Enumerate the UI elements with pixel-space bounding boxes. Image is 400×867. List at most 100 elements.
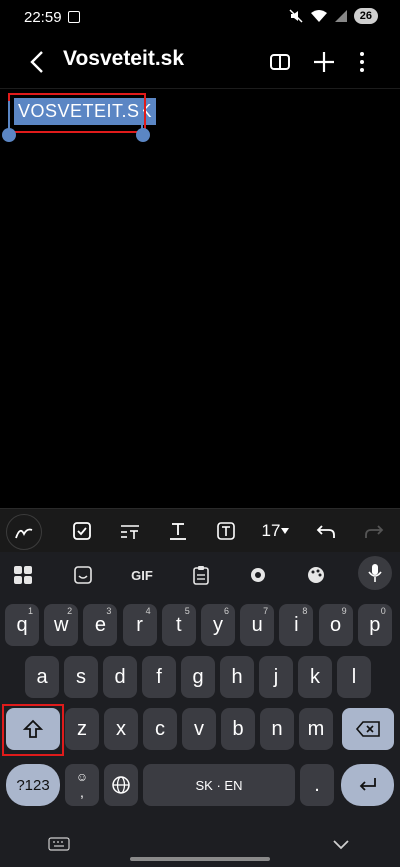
key-number-hint: 3 <box>106 606 112 616</box>
key-a[interactable]: a <box>25 656 59 698</box>
key-number-hint: 9 <box>341 606 347 616</box>
globe-icon <box>112 776 130 794</box>
add-icon[interactable] <box>310 48 338 76</box>
key-g[interactable]: g <box>181 656 215 698</box>
key-label: q <box>16 613 28 636</box>
status-time: 22:59 <box>24 9 62 26</box>
space-key[interactable]: SK · EN <box>143 764 295 806</box>
key-r[interactable]: 4r <box>122 604 157 646</box>
key-q[interactable]: 1q <box>5 604 39 646</box>
key-t[interactable]: 5t <box>161 604 196 646</box>
apps-grid-icon[interactable] <box>8 560 38 590</box>
key-b[interactable]: b <box>221 708 255 750</box>
keyboard-hide-icon[interactable] <box>48 837 70 851</box>
key-e[interactable]: 3e <box>83 604 118 646</box>
backspace-key[interactable] <box>342 708 394 750</box>
key-label: w <box>53 613 69 636</box>
key-p[interactable]: 0p <box>357 604 392 646</box>
clipboard-icon[interactable] <box>186 560 216 590</box>
microphone-icon[interactable] <box>358 556 392 590</box>
key-label: t <box>176 613 182 636</box>
key-number-hint: 8 <box>302 606 308 616</box>
key-z[interactable]: z <box>65 708 99 750</box>
keyboard-toolbar: GIF <box>0 552 400 596</box>
note-header: Vosveteit.sk <box>0 36 400 89</box>
key-number-hint: 2 <box>67 606 73 616</box>
key-number-hint: 7 <box>263 606 269 616</box>
key-number-hint: 0 <box>380 606 386 616</box>
key-d[interactable]: d <box>103 656 137 698</box>
battery-indicator: 26 <box>353 8 378 24</box>
signal-icon <box>334 10 347 22</box>
selection-start-handle[interactable] <box>2 128 16 142</box>
key-o[interactable]: 9o <box>318 604 353 646</box>
home-indicator[interactable] <box>130 857 270 861</box>
redo-icon[interactable] <box>360 517 388 545</box>
key-number-hint: 6 <box>223 606 229 616</box>
note-title: Vosveteit.sk <box>63 47 185 70</box>
key-j[interactable]: j <box>259 656 293 698</box>
key-f[interactable]: f <box>142 656 176 698</box>
key-l[interactable]: l <box>337 656 371 698</box>
backspace-icon <box>355 721 380 737</box>
key-label: e <box>94 613 106 636</box>
enter-key[interactable] <box>341 764 394 806</box>
key-c[interactable]: c <box>143 708 177 750</box>
gif-button[interactable]: GIF <box>124 560 160 590</box>
note-body[interactable]: VOSVETEIT.SK <box>0 88 400 508</box>
key-number-hint: 1 <box>27 606 33 616</box>
settings-gear-icon[interactable] <box>243 560 273 590</box>
text-underline-icon[interactable] <box>164 517 192 545</box>
shift-highlight-box <box>2 704 64 756</box>
key-w[interactable]: 2w <box>44 604 79 646</box>
period-key[interactable]: . <box>300 764 334 806</box>
handwriting-pen-icon[interactable] <box>6 514 42 550</box>
emoji-icon: ☺ <box>75 770 89 784</box>
key-number-hint: 5 <box>184 606 190 616</box>
key-x[interactable]: x <box>104 708 138 750</box>
screenshot-icon <box>68 11 80 23</box>
selection-start-line <box>8 101 10 129</box>
key-h[interactable]: h <box>220 656 254 698</box>
enter-icon <box>359 778 376 791</box>
key-k[interactable]: k <box>298 656 332 698</box>
chevron-down-icon[interactable] <box>332 839 350 851</box>
selection-end-handle[interactable] <box>136 128 150 142</box>
symbols-key[interactable]: ?123 <box>6 764 60 806</box>
text-box-icon[interactable] <box>212 517 240 545</box>
text-style-icon[interactable] <box>116 517 144 545</box>
key-s[interactable]: s <box>64 656 98 698</box>
undo-icon[interactable] <box>312 517 340 545</box>
comma-label: , <box>80 784 84 800</box>
sticker-icon[interactable] <box>68 560 98 590</box>
dropdown-caret-icon <box>281 528 290 534</box>
language-globe-key[interactable] <box>104 764 138 806</box>
navigation-bar <box>0 827 400 867</box>
theme-palette-icon[interactable] <box>301 560 331 590</box>
key-number-hint: 4 <box>145 606 151 616</box>
key-label: u <box>251 613 263 636</box>
book-view-icon[interactable] <box>266 48 294 76</box>
key-y[interactable]: 6y <box>201 604 235 646</box>
key-m[interactable]: m <box>299 708 333 750</box>
more-options-icon[interactable] <box>348 48 376 76</box>
status-icons: 26 <box>288 8 378 24</box>
back-arrow-icon[interactable] <box>24 48 52 76</box>
wifi-icon <box>310 10 327 22</box>
emoji-comma-key[interactable]: ☺ , <box>65 764 99 806</box>
key-n[interactable]: n <box>260 708 294 750</box>
key-label: o <box>330 613 342 636</box>
selection-end-line <box>141 101 143 129</box>
key-v[interactable]: v <box>182 708 216 750</box>
font-size-dropdown[interactable]: 17 <box>258 517 294 545</box>
format-toolbar: 17 <box>0 508 400 553</box>
mute-icon <box>289 9 303 23</box>
selection-highlight-box <box>8 93 146 133</box>
key-i[interactable]: 8i <box>279 604 314 646</box>
key-u[interactable]: 7u <box>240 604 275 646</box>
key-label: r <box>136 613 143 636</box>
font-size-value: 17 <box>261 521 281 540</box>
checkbox-icon[interactable] <box>68 517 96 545</box>
status-bar: 22:59 26 <box>0 0 400 36</box>
key-label: p <box>369 613 381 636</box>
